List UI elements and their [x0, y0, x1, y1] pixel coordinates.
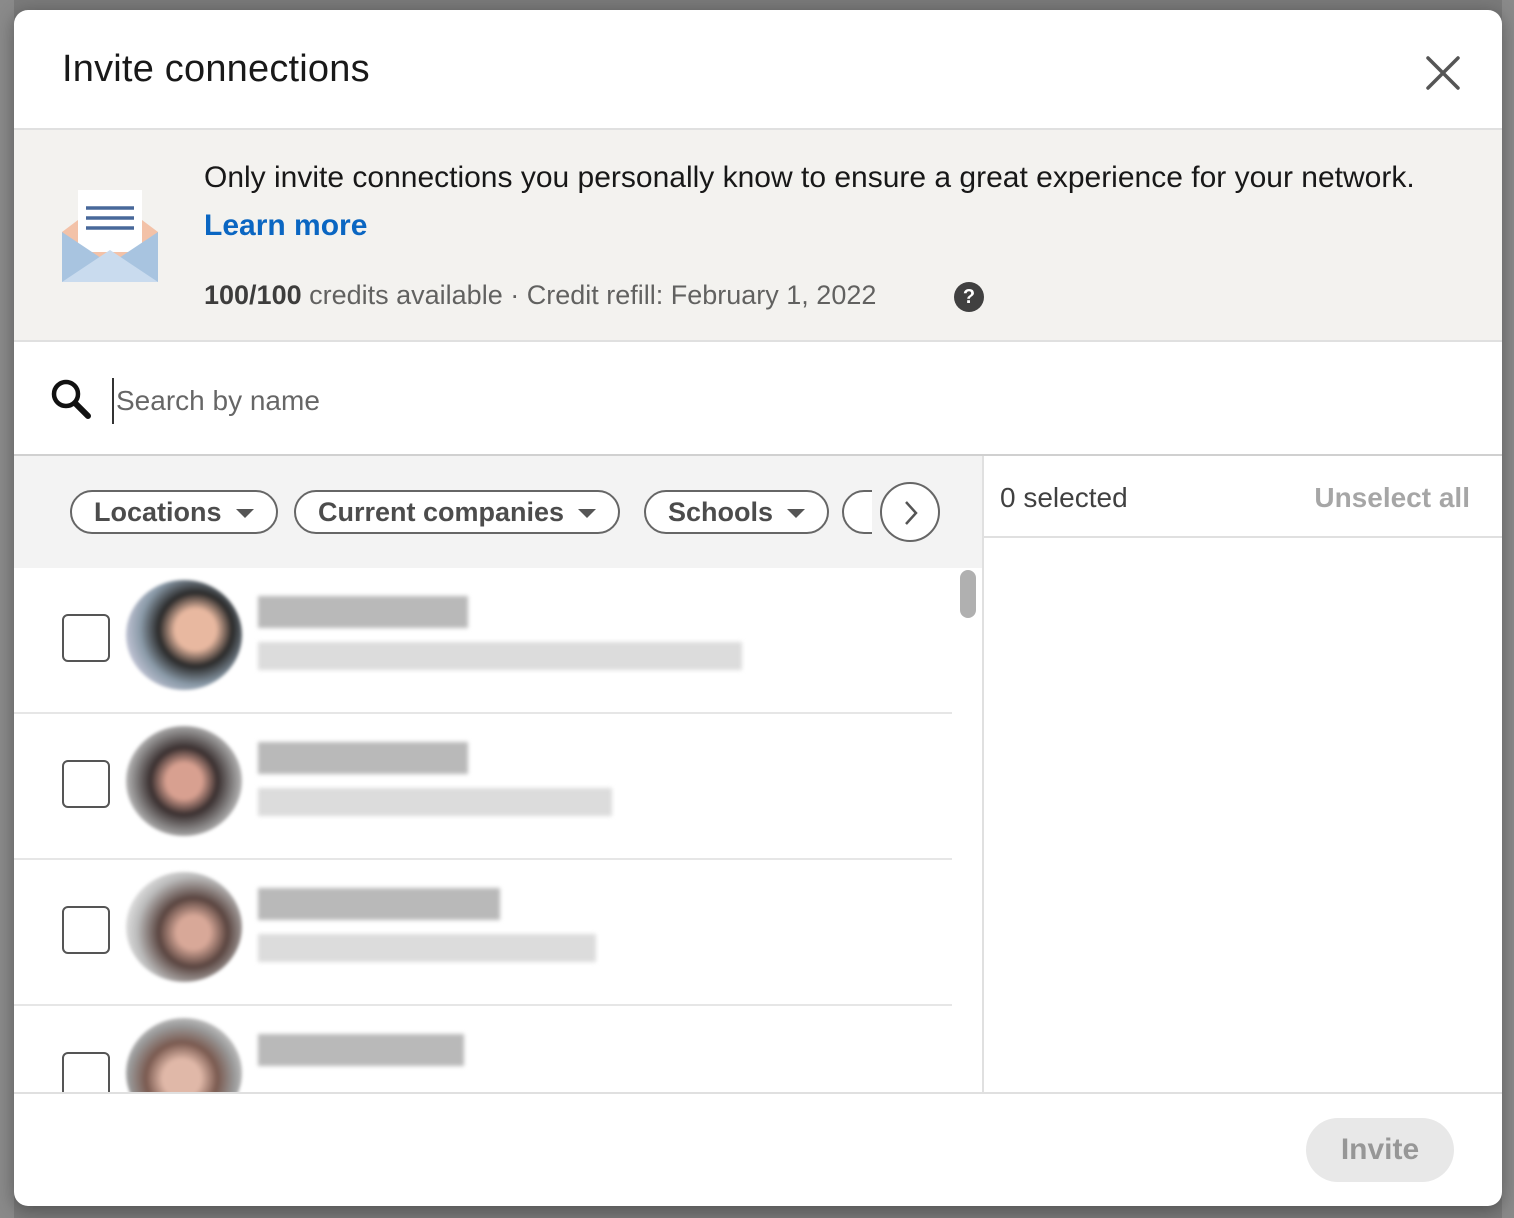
blurred-name	[258, 742, 468, 774]
filter-locations[interactable]: Locations	[70, 490, 278, 534]
connections-list	[14, 568, 952, 1092]
close-icon	[1426, 56, 1460, 90]
filter-bar: Locations Current companies Schools	[14, 456, 982, 568]
modal-footer: Invite	[14, 1092, 1502, 1206]
list-scrollbar[interactable]	[958, 568, 978, 1092]
credits-refill: credits available · Credit refill: Febru…	[301, 280, 877, 310]
blurred-name	[258, 1034, 464, 1066]
notice-text: Only invite connections you personally k…	[204, 161, 1415, 194]
search-icon	[51, 379, 91, 419]
filter-label: Schools	[668, 497, 774, 527]
selected-pane: 0 selected Unselect all	[984, 456, 1502, 1092]
selected-header: 0 selected Unselect all	[984, 456, 1502, 538]
filter-label: Current companies	[318, 497, 565, 527]
filter-label: Locations	[94, 497, 222, 527]
caret-down-icon	[578, 509, 597, 519]
credits-count: 100/100	[204, 280, 302, 310]
filter-schools[interactable]: Schools	[644, 490, 830, 534]
filter-overflow-clipped[interactable]	[842, 490, 872, 534]
unselect-all-button[interactable]: Unselect all	[1314, 482, 1470, 514]
select-checkbox[interactable]	[62, 1052, 110, 1092]
invite-connections-modal: Invite connections Only invite connectio…	[14, 10, 1502, 1206]
envelope-icon	[62, 190, 158, 282]
blurred-name	[258, 888, 500, 920]
select-checkbox[interactable]	[62, 760, 110, 808]
filter-current-companies[interactable]: Current companies	[294, 490, 621, 534]
background-edge-left	[0, 0, 14, 1218]
caret-down-icon	[787, 509, 806, 519]
learn-more-link[interactable]: Learn more	[204, 209, 367, 242]
select-checkbox[interactable]	[62, 614, 110, 662]
scrollbar-thumb[interactable]	[960, 570, 976, 618]
list-item[interactable]	[14, 860, 952, 1006]
chevron-right-icon	[905, 501, 918, 525]
search-input[interactable]	[112, 378, 1118, 424]
background-edge-right	[1502, 0, 1514, 1218]
invite-notice: Only invite connections you personally k…	[14, 130, 1502, 342]
filters-next-button[interactable]	[880, 482, 940, 542]
help-icon[interactable]: ?	[954, 282, 984, 312]
close-button[interactable]	[1420, 50, 1466, 96]
credits-info: 100/100 credits available · Credit refil…	[204, 280, 876, 311]
blurred-name	[258, 596, 468, 628]
selected-count: 0 selected	[1000, 482, 1128, 513]
blurred-headline	[258, 934, 596, 962]
modal-header: Invite connections	[14, 10, 1502, 130]
select-checkbox[interactable]	[62, 906, 110, 954]
blurred-headline	[258, 788, 612, 816]
notice-message: Only invite connections you personally k…	[204, 154, 1434, 250]
blurred-headline	[258, 642, 742, 670]
list-item[interactable]	[14, 568, 952, 714]
avatar	[126, 1018, 242, 1092]
avatar	[126, 872, 242, 982]
list-item[interactable]	[14, 1006, 952, 1092]
connections-pane: Locations Current companies Schools	[14, 456, 984, 1092]
search-bar	[14, 342, 1502, 456]
avatar	[126, 726, 242, 836]
modal-title: Invite connections	[62, 48, 370, 90]
caret-down-icon	[235, 509, 254, 519]
list-item[interactable]	[14, 714, 952, 860]
avatar	[126, 580, 242, 690]
invite-button[interactable]: Invite	[1306, 1118, 1454, 1182]
